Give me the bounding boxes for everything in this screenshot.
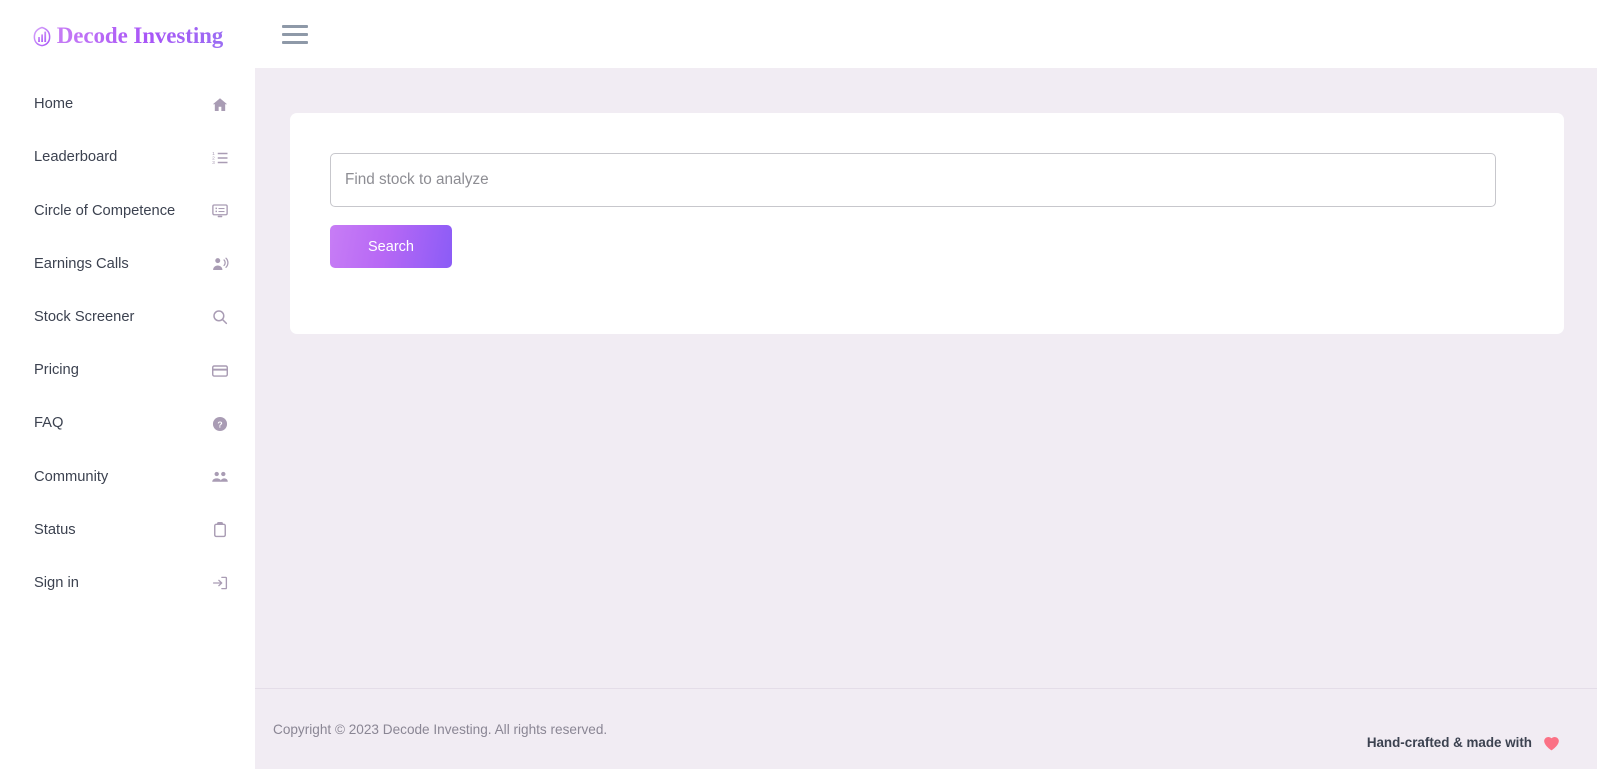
search-icon <box>210 307 230 327</box>
monitor-icon <box>210 201 230 221</box>
sidebar-item-stock-screener[interactable]: Stock Screener <box>0 291 255 344</box>
sidebar-item-sign-in[interactable]: Sign in <box>0 557 255 610</box>
clipboard-icon <box>210 520 230 540</box>
hamburger-menu-icon[interactable] <box>282 21 312 47</box>
sidebar-item-label: Status <box>34 521 76 538</box>
sidebar-item-label: Pricing <box>34 362 79 379</box>
stock-search-card: Search <box>290 113 1564 334</box>
sidebar-item-community[interactable]: Community <box>0 450 255 503</box>
search-input[interactable] <box>330 153 1496 207</box>
sidebar-item-faq[interactable]: FAQ ? <box>0 397 255 450</box>
credit-card-icon <box>210 361 230 381</box>
sidebar-nav: Home Leaderboard 1 2 3 Circle of Compete… <box>0 78 255 610</box>
sidebar-item-pricing[interactable]: Pricing <box>0 344 255 397</box>
sidebar-item-label: Community <box>34 468 109 485</box>
help-circle-icon: ? <box>210 414 230 434</box>
topbar <box>255 0 1597 68</box>
sidebar-item-status[interactable]: Status <box>0 504 255 557</box>
main-column: Search Copyright © 2023 Decode Investing… <box>255 0 1597 769</box>
sidebar-item-circle-of-competence[interactable]: Circle of Competence <box>0 184 255 237</box>
handcrafted-text: Hand-crafted & made with <box>1366 734 1532 750</box>
sidebar-item-label: Leaderboard <box>34 149 118 166</box>
heart-icon <box>1540 731 1562 753</box>
sidebar: Decode Investing Home Leaderboard 1 2 3 … <box>0 0 255 769</box>
content-area: Search <box>255 68 1597 688</box>
copyright-text: Copyright © 2023 Decode Investing. All r… <box>273 721 608 737</box>
person-voice-icon <box>210 254 230 274</box>
app-root: Decode Investing Home Leaderboard 1 2 3 … <box>0 0 1597 769</box>
home-icon <box>210 95 230 115</box>
svg-text:3: 3 <box>212 160 215 166</box>
search-button[interactable]: Search <box>330 225 452 268</box>
sidebar-item-label: Home <box>34 96 74 113</box>
sidebar-item-label: FAQ <box>34 415 64 432</box>
brand-name: Decode Investing <box>56 23 224 48</box>
login-arrow-icon <box>210 573 230 593</box>
people-icon <box>210 467 230 487</box>
sidebar-item-label: Stock Screener <box>34 308 135 325</box>
footer: Copyright © 2023 Decode Investing. All r… <box>255 688 1597 769</box>
sidebar-item-leaderboard[interactable]: Leaderboard 1 2 3 <box>0 131 255 184</box>
svg-text:?: ? <box>217 419 222 429</box>
sidebar-item-label: Circle of Competence <box>34 202 176 219</box>
hamburger-bar <box>282 24 308 28</box>
chart-circle-icon <box>32 25 52 47</box>
hamburger-bar <box>282 40 308 44</box>
brand-logo[interactable]: Decode Investing <box>0 0 255 68</box>
ordered-list-icon: 1 2 3 <box>210 148 230 168</box>
sidebar-item-label: Earnings Calls <box>34 255 129 272</box>
sidebar-item-home[interactable]: Home <box>0 78 255 131</box>
handcrafted-note: Hand-crafted & made with <box>1367 731 1562 753</box>
sidebar-item-label: Sign in <box>34 574 79 591</box>
sidebar-item-earnings-calls[interactable]: Earnings Calls <box>0 238 255 291</box>
hamburger-bar <box>282 32 308 36</box>
